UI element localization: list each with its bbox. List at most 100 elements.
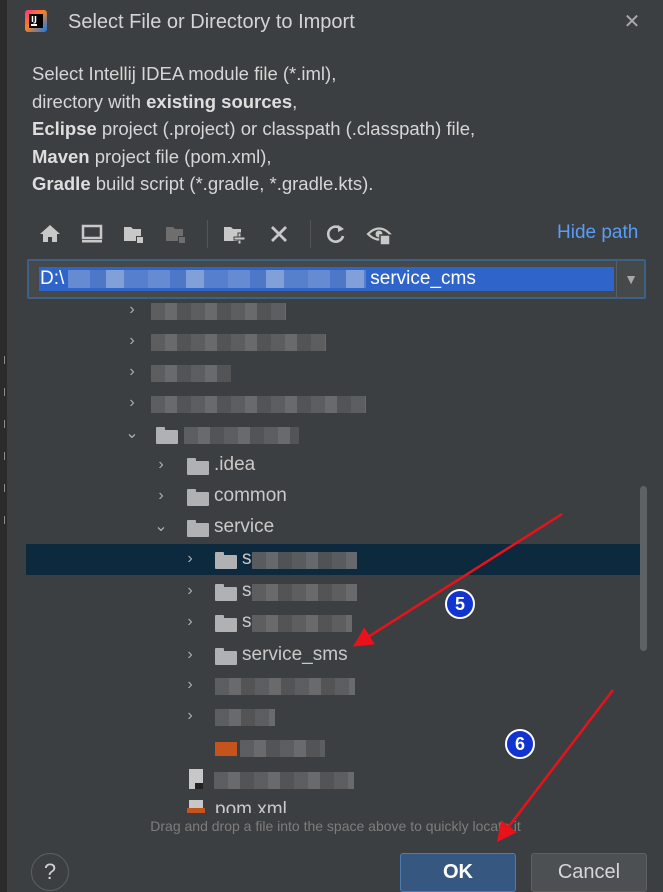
tree-row[interactable]: [26, 764, 626, 795]
redacted-folder-name: [215, 678, 355, 695]
tree-item-label: pom.xml: [215, 799, 287, 813]
chevron-right-icon[interactable]: ›: [124, 362, 140, 382]
hide-path-link[interactable]: Hide path: [557, 222, 638, 244]
path-input[interactable]: D:\ service_cms: [39, 267, 614, 291]
chevron-right-icon[interactable]: ›: [153, 486, 169, 506]
description-line: directory with existing sources,: [32, 90, 298, 112]
tree-row[interactable]: › .idea: [26, 450, 626, 481]
combo-divider: [616, 261, 617, 297]
dialog-description: Select Intellij IDEA module file (*.iml)…: [32, 60, 632, 198]
file-tree[interactable]: › › › › ⌄ › .idea › common ⌄ service › s…: [26, 299, 647, 813]
tree-row[interactable]: › s: [26, 607, 626, 638]
tree-scrollbar[interactable]: [640, 486, 647, 651]
redacted-path-segment: [68, 269, 367, 288]
redacted-folder-name: [252, 615, 352, 632]
title-bar: IJ Select File or Directory to Import ✕: [7, 0, 663, 46]
home-icon[interactable]: [37, 221, 63, 247]
description-line: Eclipse project (.project) or classpath …: [32, 118, 476, 139]
delete-icon[interactable]: [266, 221, 292, 247]
chevron-right-icon[interactable]: ›: [182, 675, 198, 695]
description-line: Select Intellij IDEA module file (*.iml)…: [32, 63, 337, 84]
chevron-right-icon[interactable]: ›: [182, 581, 198, 601]
redacted-folder-name: [184, 427, 299, 444]
ok-button[interactable]: OK: [400, 853, 516, 892]
folder-icon: [215, 615, 237, 632]
folder-icon: [187, 458, 209, 475]
import-dialog: IJ Select File or Directory to Import ✕ …: [6, 0, 663, 892]
tree-row[interactable]: pom.xml: [26, 795, 626, 813]
redacted-folder-name: [215, 709, 275, 726]
redacted-folder-name: [151, 365, 231, 382]
redacted-file-name: [240, 740, 325, 757]
chevron-right-icon[interactable]: ›: [124, 393, 140, 413]
redacted-file-name: [214, 772, 354, 789]
tree-row[interactable]: ›: [26, 357, 626, 388]
file-icon: [189, 769, 203, 789]
cancel-button[interactable]: Cancel: [531, 853, 647, 892]
module-folder-icon[interactable]: [163, 221, 189, 247]
folder-icon: [215, 584, 237, 601]
edge-tick: [0, 452, 5, 460]
tree-item-label: service: [214, 516, 275, 537]
help-button[interactable]: ?: [31, 853, 69, 891]
file-chooser-toolbar: Hide path: [31, 214, 651, 256]
tree-row[interactable]: › s: [26, 576, 626, 607]
tree-item-label: s: [242, 580, 252, 601]
tree-row[interactable]: ›: [26, 326, 626, 357]
tree-row[interactable]: ›: [26, 670, 626, 701]
chevron-right-icon[interactable]: ›: [182, 612, 198, 632]
chevron-right-icon[interactable]: ›: [182, 645, 198, 665]
tree-row-selected[interactable]: › s: [26, 544, 647, 575]
description-line: Maven project file (pom.xml),: [32, 145, 272, 167]
edge-tick: [0, 516, 5, 524]
tree-item-label: service_sms: [242, 644, 348, 665]
tree-item-label: .idea: [214, 454, 256, 475]
show-hidden-icon[interactable]: [366, 221, 392, 247]
new-folder-icon[interactable]: [221, 221, 247, 247]
tree-row[interactable]: › service_sms: [26, 640, 626, 671]
redacted-folder-name: [252, 584, 357, 601]
folder-icon: [187, 520, 209, 537]
project-folder-icon[interactable]: [121, 221, 147, 247]
redacted-folder-name: [151, 396, 366, 413]
edge-tick: [0, 420, 5, 428]
redacted-folder-name: [151, 334, 326, 351]
dropdown-arrow-icon[interactable]: ▼: [618, 261, 644, 297]
redacted-folder-name: [151, 303, 286, 320]
tree-row[interactable]: ⌄ service: [26, 512, 626, 543]
step-5-marker: 5: [445, 589, 475, 619]
chevron-down-icon[interactable]: ⌄: [124, 424, 140, 444]
tree-row[interactable]: › common: [26, 481, 626, 512]
tree-item-label: s: [242, 548, 252, 569]
chevron-right-icon[interactable]: ›: [153, 455, 169, 475]
maven-file-icon: [187, 800, 207, 813]
tree-item-label: common: [214, 485, 287, 506]
folder-icon: [215, 648, 237, 665]
tree-row[interactable]: ›: [26, 299, 626, 326]
desktop-icon[interactable]: [79, 221, 105, 247]
toolbar-separator: [207, 220, 208, 248]
step-6-marker: 6: [505, 729, 535, 759]
tree-row[interactable]: ⌄: [26, 419, 626, 450]
path-combobox[interactable]: D:\ service_cms ▼: [27, 259, 646, 299]
edge-tick: [0, 484, 5, 492]
close-icon[interactable]: ✕: [621, 11, 643, 33]
toolbar-separator: [310, 220, 311, 248]
refresh-icon[interactable]: [323, 221, 349, 247]
tree-row[interactable]: ›: [26, 701, 626, 732]
chevron-right-icon[interactable]: ›: [124, 300, 140, 320]
drag-drop-hint: Drag and drop a file into the space abov…: [150, 818, 521, 834]
file-type-icon: [215, 742, 237, 756]
tree-row[interactable]: ›: [26, 388, 626, 419]
chevron-right-icon[interactable]: ›: [124, 331, 140, 351]
chevron-down-icon[interactable]: ⌄: [153, 517, 169, 537]
description-line: Gradle build script (*.gradle, *.gradle.…: [32, 173, 374, 194]
tree-item-label: s: [242, 611, 252, 632]
chevron-right-icon[interactable]: ›: [182, 706, 198, 726]
folder-icon: [215, 552, 237, 569]
chevron-right-icon[interactable]: ›: [182, 549, 198, 569]
dialog-title: Select File or Directory to Import: [68, 11, 355, 33]
tree-row[interactable]: [26, 732, 626, 763]
edge-tick: [0, 356, 5, 364]
folder-icon: [187, 489, 209, 506]
